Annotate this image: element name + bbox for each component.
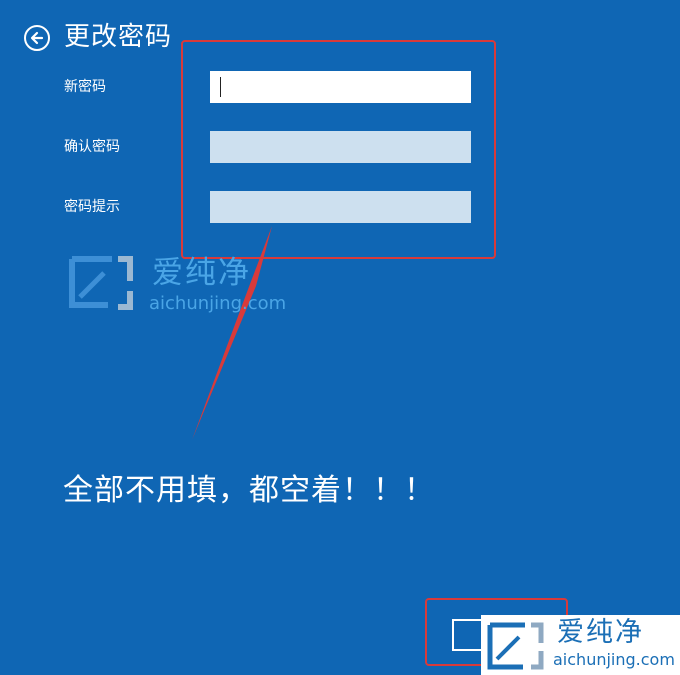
watermark-domain: aichunjing.com	[149, 293, 287, 314]
corner-watermark: 爱纯净 aichunjing.com	[481, 615, 680, 675]
corner-watermark-domain: aichunjing.com	[553, 650, 675, 669]
corner-watermark-name: 爱纯净	[557, 617, 644, 648]
watermark: 爱纯净 aichunjing.com	[64, 253, 304, 317]
annotation-text: 全部不用填，都空着！！！	[63, 473, 435, 508]
annotation-arrow	[192, 226, 272, 440]
watermark-name: 爱纯净	[152, 255, 251, 291]
watermark-logo-icon	[69, 256, 133, 310]
corner-logo-icon	[487, 622, 544, 670]
